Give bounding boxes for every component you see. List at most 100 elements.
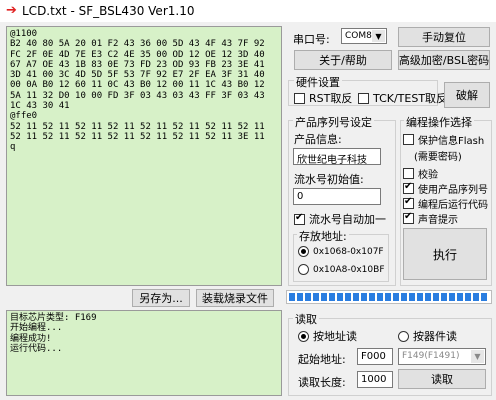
progress-segment xyxy=(337,293,343,301)
hex-line: 52 11 52 11 52 11 52 11 52 11 52 11 52 1… xyxy=(10,121,265,132)
save-as-button[interactable]: 另存为... xyxy=(132,289,190,307)
progress-segment xyxy=(385,293,391,301)
progress-segment xyxy=(417,293,423,301)
run-after-checkbox[interactable] xyxy=(403,196,414,209)
hex-line: 3D 41 00 3C 4D 5D 5F 53 7F 92 E7 2F EA 3… xyxy=(10,70,265,81)
sound-option[interactable]: 声音提示 xyxy=(403,211,458,226)
rst-invert-option[interactable]: RST取反 xyxy=(294,90,352,106)
status-log: 目标芯片类型: F169 开始编程... 编程成功! 运行代码... xyxy=(6,310,282,396)
progress-segment xyxy=(409,293,415,301)
protect-label: 保护信息Flash xyxy=(418,136,485,147)
rst-invert-checkbox[interactable] xyxy=(294,92,305,104)
read-length-label: 读取长度: xyxy=(298,376,346,389)
serial-start-label: 流水号初始值: xyxy=(294,173,364,186)
protect-note: (需要密码) xyxy=(414,152,462,163)
address-option-2[interactable]: 0x10A8-0x10BF xyxy=(298,264,385,275)
address-option-1[interactable]: 0x1068-0x107F xyxy=(298,246,384,257)
address-1-radio[interactable] xyxy=(298,246,309,257)
title-bar: ➔ LCD.txt - SF_BSL430 Ver1.10 xyxy=(0,0,496,22)
auto-increment-label: 流水号自动加一 xyxy=(309,213,386,226)
log-line: 开始编程... xyxy=(10,323,63,334)
serial-port-select[interactable]: COM8 ▼ xyxy=(341,28,387,44)
advanced-encrypt-button[interactable]: 高级加密/BSL密码 xyxy=(398,50,490,70)
hex-line: B2 40 80 5A 20 01 F2 43 36 00 5D 43 4F 4… xyxy=(10,39,265,50)
hex-line: @1100 xyxy=(10,29,38,39)
hex-line: 5A 11 32 D0 10 00 FD 3F 03 43 03 43 FF 3… xyxy=(10,90,265,101)
sound-checkbox[interactable] xyxy=(403,211,414,224)
load-file-button[interactable]: 装载烧录文件 xyxy=(196,289,274,307)
serial-port-label: 串口号: xyxy=(293,33,330,46)
tck-invert-label: TCK/TEST取反 xyxy=(373,92,448,105)
hex-line: 52 11 52 11 52 11 52 11 52 11 52 11 52 1… xyxy=(10,131,265,142)
progress-segment xyxy=(289,293,295,301)
product-info-field[interactable]: 欣世纪电子科技 xyxy=(293,148,381,165)
break-button[interactable]: 破解 xyxy=(444,82,490,108)
hex-line: q xyxy=(10,142,16,153)
progress-segment xyxy=(297,293,303,301)
hex-line: FC 2F 0E 4D 7E E3 C2 4E 35 00 OD 12 OE 1… xyxy=(10,49,265,60)
serial-start-field[interactable]: 0 xyxy=(293,188,381,205)
progress-segment xyxy=(401,293,407,301)
progress-segment xyxy=(433,293,439,301)
progress-segment xyxy=(353,293,359,301)
progress-segment xyxy=(465,293,471,301)
serial-config-title: 产品序列号设定 xyxy=(293,114,374,130)
verify-checkbox[interactable] xyxy=(403,168,414,179)
hardware-settings-title: 硬件设置 xyxy=(294,74,342,90)
rst-invert-label: RST取反 xyxy=(309,92,353,105)
chevron-down-icon[interactable]: ▼ xyxy=(372,30,385,42)
use-serial-checkbox[interactable] xyxy=(403,181,414,194)
hex-line: 00 0A B0 12 60 11 0C 43 B0 12 00 11 1C 4… xyxy=(10,80,265,91)
read-by-device-option[interactable]: 按器件读 xyxy=(398,328,457,344)
start-address-field[interactable]: F000 xyxy=(357,348,393,365)
progress-segment xyxy=(377,293,383,301)
progress-segment xyxy=(441,293,447,301)
sound-label: 声音提示 xyxy=(418,215,458,226)
use-serial-label: 使用产品序列号 xyxy=(418,185,488,196)
hex-data-view[interactable]: @1100 B2 40 80 5A 20 01 F2 43 36 00 5D 43… xyxy=(6,26,282,286)
protect-checkbox[interactable] xyxy=(403,134,414,145)
verify-option[interactable]: 校验 xyxy=(403,166,438,181)
progress-segment xyxy=(481,293,487,301)
progress-segment xyxy=(457,293,463,301)
tck-invert-checkbox[interactable] xyxy=(358,92,369,104)
address-2-radio[interactable] xyxy=(298,264,309,275)
protect-option[interactable]: 保护信息Flash xyxy=(403,132,484,147)
hex-line: @ffe0 xyxy=(10,111,38,122)
read-by-address-radio[interactable] xyxy=(298,330,309,342)
app-arrow-icon: ➔ xyxy=(6,3,17,18)
run-after-option[interactable]: 编程后运行代码 xyxy=(403,196,488,211)
device-select[interactable]: F149(F1491) ▼ xyxy=(398,348,486,365)
read-length-field[interactable]: 1000 xyxy=(357,371,393,388)
verify-label: 校验 xyxy=(418,170,438,181)
progress-segment xyxy=(329,293,335,301)
use-serial-option[interactable]: 使用产品序列号 xyxy=(403,181,488,196)
progress-bar xyxy=(286,290,492,304)
run-after-label: 编程后运行代码 xyxy=(418,200,488,211)
progress-segment xyxy=(361,293,367,301)
progress-segment xyxy=(313,293,319,301)
log-line: 编程成功! xyxy=(10,333,52,344)
read-by-device-label: 按器件读 xyxy=(413,330,457,343)
storage-address-title: 存放地址: xyxy=(297,228,349,244)
tck-invert-option[interactable]: TCK/TEST取反 xyxy=(358,90,447,106)
read-by-address-option[interactable]: 按地址读 xyxy=(298,328,357,344)
progress-segment xyxy=(369,293,375,301)
read-button[interactable]: 读取 xyxy=(398,369,486,389)
progress-segment xyxy=(473,293,479,301)
program-options-title: 编程操作选择 xyxy=(404,114,474,130)
progress-segment xyxy=(449,293,455,301)
progress-segment xyxy=(321,293,327,301)
progress-segment xyxy=(305,293,311,301)
window-title: LCD.txt - SF_BSL430 Ver1.10 xyxy=(22,4,195,18)
hex-line: 1C 43 30 41 xyxy=(10,101,70,112)
progress-segment xyxy=(393,293,399,301)
manual-reset-button[interactable]: 手动复位 xyxy=(398,27,490,47)
start-address-label: 起始地址: xyxy=(298,353,346,366)
about-help-button[interactable]: 关于/帮助 xyxy=(294,50,392,70)
auto-increment-checkbox[interactable] xyxy=(294,212,305,225)
chevron-down-icon[interactable]: ▼ xyxy=(471,350,484,363)
execute-button[interactable]: 执行 xyxy=(403,228,487,280)
read-by-device-radio[interactable] xyxy=(398,330,409,342)
auto-increment-option[interactable]: 流水号自动加一 xyxy=(294,211,386,227)
